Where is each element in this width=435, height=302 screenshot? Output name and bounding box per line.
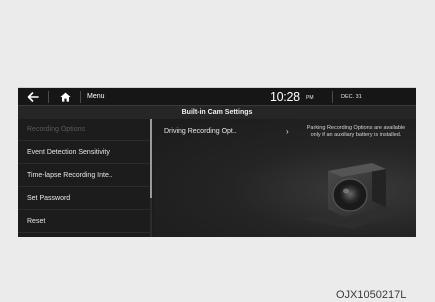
topbar-divider: [80, 91, 81, 103]
camera-icon: [302, 163, 406, 229]
scrollbar-thumb[interactable]: [150, 119, 152, 198]
sidebar-item-time-lapse-recording[interactable]: Time-lapse Recording Inte..: [18, 165, 150, 187]
page-title: Built-in Cam Settings: [18, 106, 416, 119]
chevron-right-icon: ›: [286, 127, 289, 136]
figure-code: OJX1050217L: [336, 289, 407, 301]
clock-time: 10:28: [270, 90, 300, 104]
sidebar-item-recording-options: Recording Options: [18, 119, 150, 141]
sidebar-item-reset[interactable]: Reset: [18, 211, 150, 233]
top-bar: Menu 10:28 PM DEC. 31: [18, 88, 416, 106]
clock-ampm: PM: [306, 95, 314, 101]
sidebar-menu: Recording Options Event Detection Sensit…: [18, 119, 150, 237]
sidebar-item-set-password[interactable]: Set Password: [18, 188, 150, 210]
topbar-divider: [332, 91, 333, 103]
home-icon[interactable]: [56, 89, 74, 105]
sidebar-item-event-detection-sensitivity[interactable]: Event Detection Sensitivity: [18, 142, 150, 164]
parking-notice-text: Parking Recording Options are available …: [306, 125, 406, 138]
date-label: DEC. 31: [341, 94, 362, 100]
content-panel: Driving Recording Opt.. › Parking Record…: [154, 119, 416, 237]
driving-recording-options-item[interactable]: Driving Recording Opt..: [164, 125, 284, 139]
infotainment-screen: Menu 10:28 PM DEC. 31 Built-in Cam Setti…: [18, 87, 416, 237]
topbar-divider: [48, 91, 49, 103]
back-arrow-icon[interactable]: [24, 89, 42, 105]
menu-button[interactable]: Menu: [84, 90, 108, 104]
